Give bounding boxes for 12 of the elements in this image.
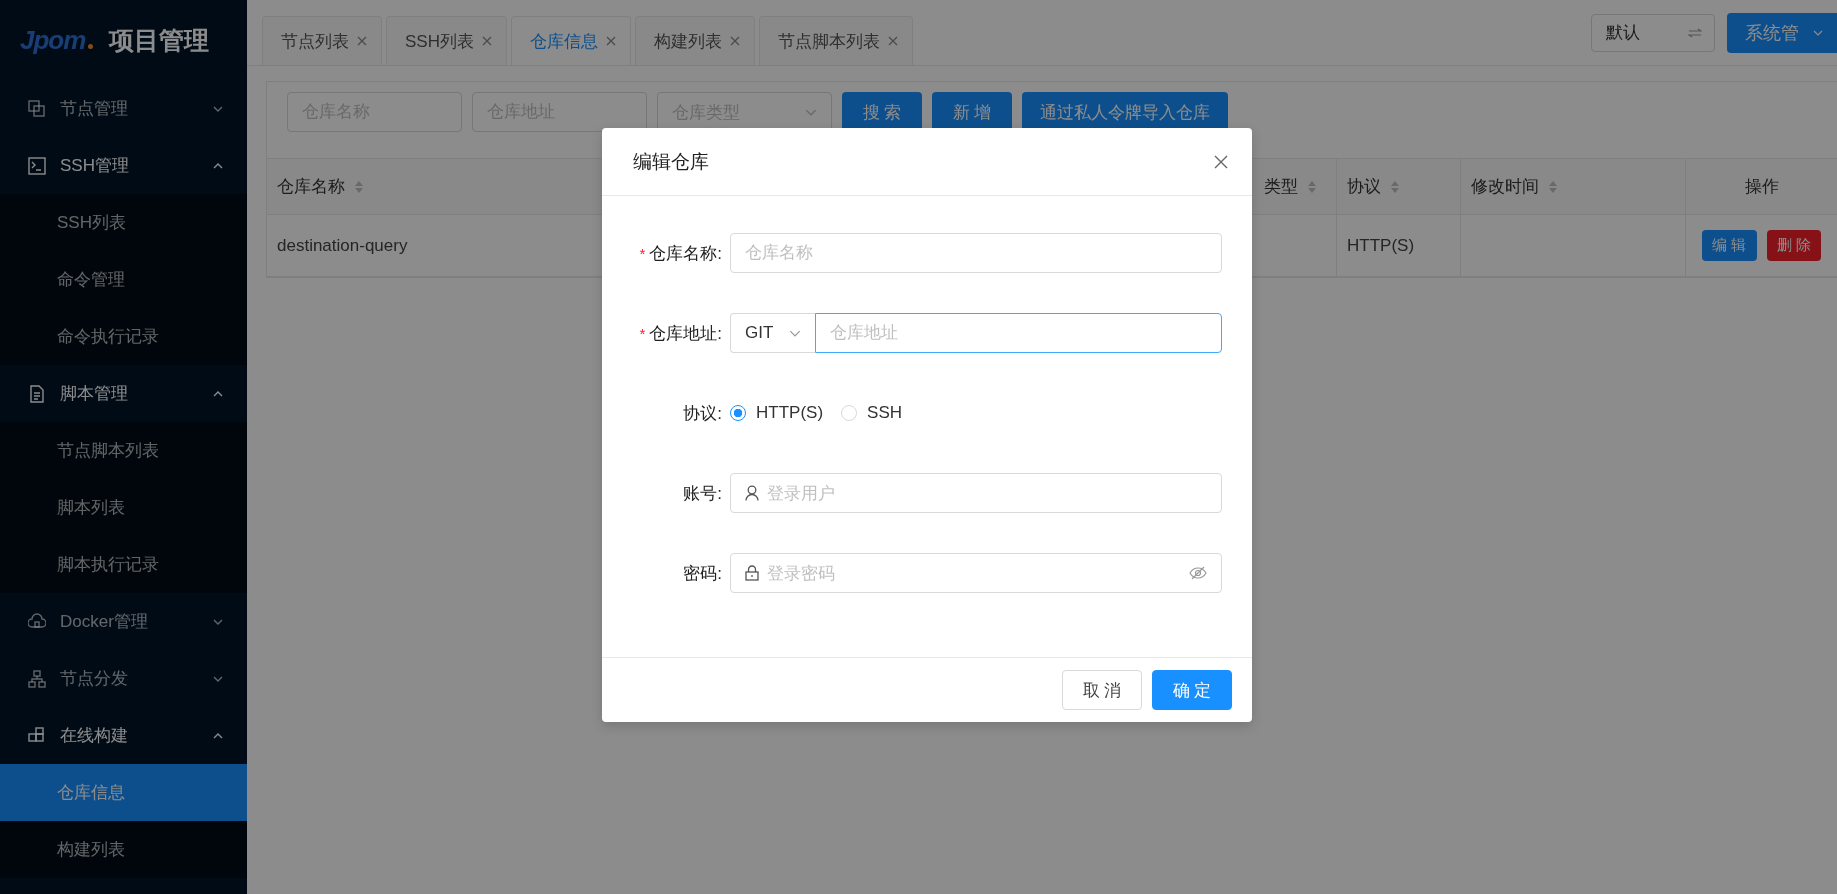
field-label: 协议: [683, 402, 722, 425]
logo: Jpom [20, 24, 94, 56]
field-label: 账号: [683, 482, 722, 505]
required-mark: * [639, 244, 646, 262]
app-title: 项目管理 [109, 24, 210, 56]
modal-title: 编辑仓库 [633, 149, 709, 174]
field-label: 仓库地址: [649, 322, 722, 345]
field-label: 仓库名称: [649, 242, 722, 265]
table-cell: HTTP(S) [1337, 215, 1461, 276]
required-mark: * [639, 324, 646, 342]
table-cell: destination-query [277, 235, 408, 256]
field-label: 密码: [683, 562, 722, 585]
